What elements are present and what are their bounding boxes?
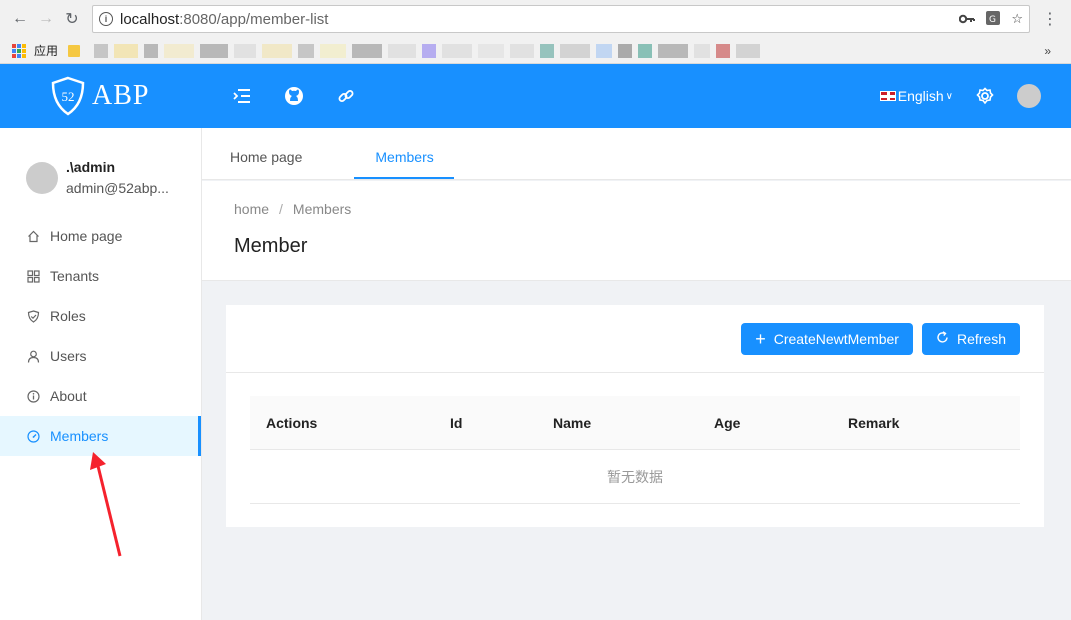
folder-icon[interactable]	[68, 44, 81, 57]
more-bookmarks-icon[interactable]: »	[1044, 44, 1051, 58]
bookmark-apps-label[interactable]: 应用	[34, 42, 58, 59]
link-icon[interactable]	[336, 86, 356, 106]
url-path: :8080/app/member-list	[179, 10, 329, 28]
table-header: Actions Id Name Age Remark	[250, 396, 1020, 450]
header-avatar[interactable]	[1017, 84, 1041, 108]
tenants-icon	[26, 269, 40, 283]
page-header: home / Members Member	[202, 181, 1071, 281]
info-icon	[26, 389, 40, 403]
column-remark[interactable]: Remark	[848, 415, 899, 431]
dashboard-icon	[26, 429, 40, 443]
home-icon	[26, 229, 40, 243]
breadcrumb-home[interactable]: home	[234, 201, 269, 217]
sidebar-item-members[interactable]: Members	[0, 416, 201, 456]
avatar	[26, 162, 58, 194]
logo-shield-icon: 52	[50, 76, 86, 116]
user-info: .\admin admin@52abp...	[0, 128, 201, 200]
table-empty-state: 暂无数据	[250, 450, 1020, 504]
tab-home-page[interactable]: Home page	[230, 135, 302, 179]
sidebar-item-label: Users	[50, 348, 87, 364]
column-id[interactable]: Id	[450, 415, 462, 431]
uk-flag-icon	[879, 91, 896, 101]
sidebar-item-label: About	[50, 388, 87, 404]
url-host: localhost	[120, 10, 180, 28]
sidebar-item-label: Home page	[50, 228, 123, 244]
refresh-button[interactable]: Refresh	[921, 322, 1020, 355]
plus-icon: +	[755, 328, 766, 349]
menu-fold-icon[interactable]	[232, 86, 252, 106]
sidebar-item-users[interactable]: Users	[0, 336, 201, 376]
app-header: 52 ABP English ∨	[0, 64, 1071, 128]
refresh-icon	[936, 330, 949, 347]
refresh-label: Refresh	[956, 330, 1006, 347]
reload-icon[interactable]: ↻	[60, 7, 84, 31]
bookmarks-bar: 应用 »	[0, 38, 1071, 64]
card-toolbar: + CreateNewtMember Refresh	[226, 305, 1044, 373]
user-name: .\admin	[66, 159, 116, 175]
sidebar-item-home[interactable]: Home page	[0, 216, 201, 256]
column-actions[interactable]: Actions	[266, 415, 317, 431]
logo-badge-text: 52	[62, 89, 75, 104]
language-selector[interactable]: English ∨	[879, 88, 953, 104]
info-icon[interactable]: i	[99, 12, 113, 26]
member-card: + CreateNewtMember Refresh Actions Id Na…	[226, 305, 1044, 527]
blurred-bookmarks	[94, 43, 761, 58]
browser-toolbar: ← → ↻ i localhost:8080/app/member-list G…	[0, 0, 1071, 38]
language-label: English	[897, 88, 944, 104]
sidebar-item-label: Roles	[50, 308, 86, 324]
sidebar-item-label: Tenants	[50, 268, 100, 284]
user-email: admin@52abp...	[66, 180, 169, 196]
tab-members[interactable]: Members	[354, 135, 455, 179]
logo-text: ABP	[92, 80, 150, 111]
tabs-bar: Home page Members	[202, 128, 1071, 180]
user-icon	[26, 349, 40, 363]
chevron-down-icon: ∨	[945, 90, 953, 102]
sidebar-item-label: Members	[50, 428, 109, 444]
create-member-button[interactable]: + CreateNewtMember	[741, 322, 913, 355]
logo[interactable]: 52 ABP	[0, 76, 202, 116]
column-name[interactable]: Name	[553, 415, 591, 431]
svg-text:G: G	[989, 15, 996, 25]
page-title: Member	[234, 235, 308, 257]
github-icon[interactable]	[284, 86, 304, 106]
breadcrumb: home / Members	[234, 201, 1071, 217]
member-table: Actions Id Name Age Remark 暂无数据	[250, 396, 1020, 504]
back-icon[interactable]: ←	[8, 7, 32, 31]
apps-icon[interactable]	[12, 43, 26, 58]
sidebar: .\admin admin@52abp... Home page Tenants…	[0, 128, 202, 620]
create-member-label: CreateNewtMember	[773, 330, 899, 347]
url-text: localhost:8080/app/member-list	[120, 11, 959, 28]
shield-icon	[26, 309, 40, 323]
sidebar-item-about[interactable]: About	[0, 376, 201, 416]
sidebar-menu: Home page Tenants Roles Users About Memb…	[0, 216, 201, 456]
address-bar[interactable]: i localhost:8080/app/member-list G ☆	[92, 5, 1030, 33]
breadcrumb-current: Members	[292, 201, 352, 217]
key-icon[interactable]	[959, 12, 976, 27]
translate-icon[interactable]: G	[985, 10, 1001, 29]
gear-icon[interactable]	[975, 86, 995, 106]
star-icon[interactable]: ☆	[1011, 11, 1023, 27]
sidebar-item-tenants[interactable]: Tenants	[0, 256, 201, 296]
column-age[interactable]: Age	[714, 415, 740, 431]
forward-icon[interactable]: →	[34, 7, 58, 31]
sidebar-item-roles[interactable]: Roles	[0, 296, 201, 336]
browser-menu-icon[interactable]: ⋮	[1042, 9, 1058, 29]
breadcrumb-separator: /	[279, 201, 283, 217]
